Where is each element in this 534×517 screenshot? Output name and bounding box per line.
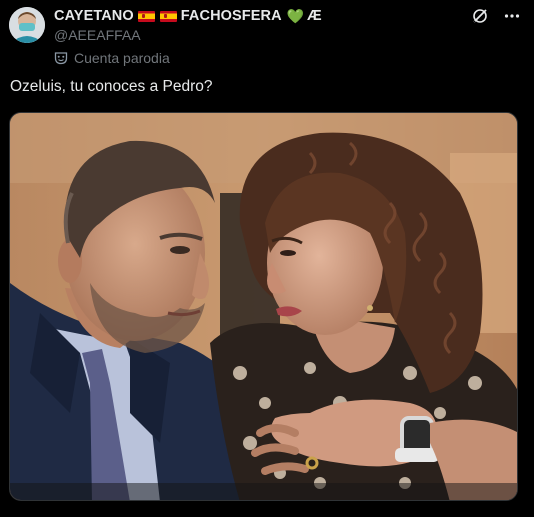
photo-illustration (10, 113, 517, 500)
more-options-button[interactable] (502, 6, 522, 26)
author-handle[interactable]: @AEEAFFAA (54, 27, 474, 45)
author-display-name-suffix: Æ (307, 8, 322, 24)
tweet-top-actions (470, 6, 522, 26)
tweet: CAYETANO FACHOSFERA 💚 Æ @AEEAFFAA Cuenta… (0, 0, 534, 517)
author-avatar[interactable] (9, 7, 45, 43)
green-heart-icon: 💚 (286, 8, 305, 24)
author-display-name[interactable]: CAYETANO (54, 8, 134, 24)
tweet-photo[interactable] (9, 112, 518, 501)
grok-icon (472, 9, 487, 24)
parody-badge: Cuenta parodia (54, 49, 474, 67)
parody-mask-icon (54, 51, 68, 65)
spain-flag-icon (137, 10, 155, 22)
author-name-row[interactable]: CAYETANO FACHOSFERA 💚 Æ (54, 6, 474, 26)
grok-button[interactable] (470, 6, 490, 26)
author-display-name-mid[interactable]: FACHOSFERA (181, 8, 282, 24)
more-icon (504, 14, 520, 18)
avatar-image (9, 7, 45, 43)
tweet-header: CAYETANO FACHOSFERA 💚 Æ @AEEAFFAA Cuenta… (54, 6, 474, 67)
spain-flag-icon (159, 10, 177, 22)
tweet-text: Ozeluis, tu conoces a Pedro? (10, 78, 213, 95)
parody-label: Cuenta parodia (74, 50, 170, 66)
